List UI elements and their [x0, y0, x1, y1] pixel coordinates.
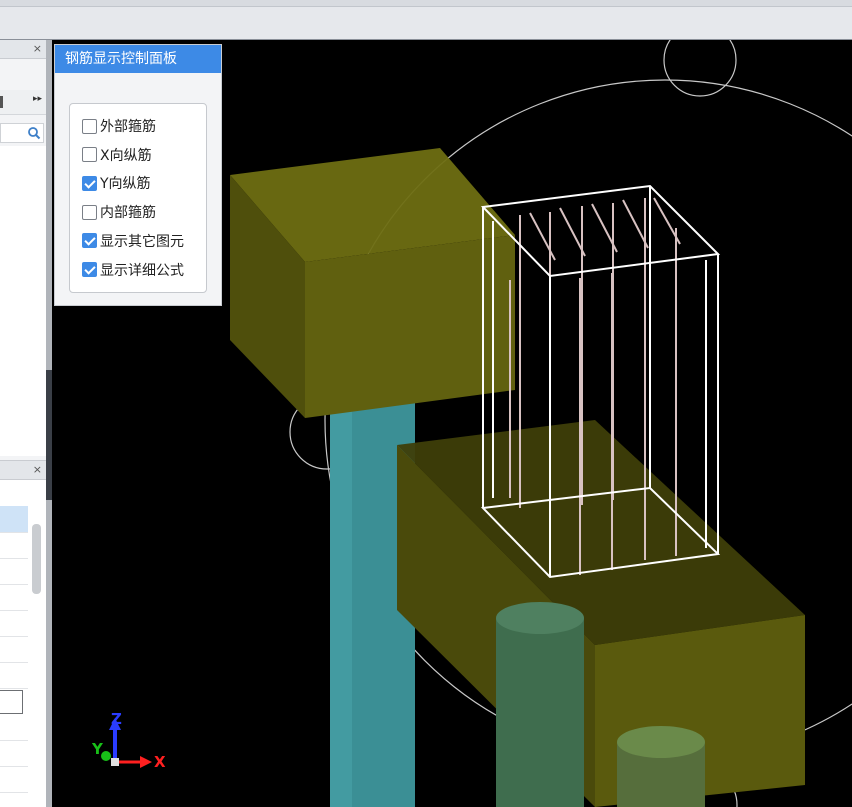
inner-stirrup-label: 内部箍筋 [100, 205, 156, 222]
column-mid [496, 618, 584, 807]
list-item[interactable] [0, 714, 28, 741]
scrollbar-thumb[interactable] [32, 524, 41, 594]
left-panel-header-2: × [0, 460, 48, 480]
left-panel-search-input[interactable] [0, 123, 44, 143]
list-item[interactable] [0, 532, 28, 559]
list-item[interactable] [0, 636, 28, 663]
left-side-panel: × ▸▸ × [0, 40, 48, 807]
panel-title: 钢筋显示控制面板 [55, 45, 221, 73]
axis-triad: Z X Y [91, 710, 166, 771]
tab-strip [0, 0, 852, 7]
list-item[interactable] [0, 766, 28, 793]
show-other-elements-checkbox[interactable] [82, 233, 97, 249]
show-other-elements-label: 显示其它图元 [100, 233, 184, 250]
x-longitudinal-label: X向纵筋 [100, 147, 152, 164]
axis-z-label: Z [111, 710, 122, 728]
option-show-detailed-formula[interactable]: 显示详细公式 [82, 260, 184, 280]
option-x-longitudinal[interactable]: X向纵筋 [82, 145, 152, 165]
y-longitudinal-checkbox[interactable] [82, 175, 97, 191]
show-detailed-formula-label: 显示详细公式 [100, 262, 184, 279]
x-longitudinal-checkbox[interactable] [82, 147, 97, 163]
value-field[interactable] [0, 690, 23, 714]
list-item[interactable] [0, 558, 28, 585]
close-icon[interactable]: × [33, 42, 42, 56]
option-y-longitudinal[interactable]: Y向纵筋 [82, 173, 151, 193]
y-longitudinal-label: Y向纵筋 [100, 176, 151, 193]
toolbar-grip-icon [0, 96, 3, 108]
outer-stirrup-label: 外部箍筋 [100, 119, 156, 135]
list-item[interactable] [0, 584, 28, 611]
list-item[interactable] [0, 740, 28, 767]
rebar-options-group: 外部箍筋 X向纵筋 Y向纵筋内部箍筋显示其它图元 显示详细公式 [69, 103, 207, 293]
show-detailed-formula-checkbox[interactable] [82, 262, 97, 277]
option-inner-stirrup[interactable]: 内部箍筋 [82, 202, 156, 222]
option-outer-stirrup[interactable]: 外部箍筋 [82, 116, 156, 136]
list-item[interactable] [0, 662, 28, 689]
left-panel-tree[interactable] [0, 146, 46, 456]
list-item[interactable] [0, 610, 28, 637]
left-panel-header: × [0, 40, 48, 59]
axis-x-label: X [154, 753, 166, 771]
search-icon[interactable] [27, 126, 41, 140]
more-arrows-icon[interactable]: ▸▸ [33, 94, 42, 104]
rebar-display-panel: 钢筋显示控制面板 外部箍筋 X向纵筋 Y向纵筋内部箍筋显示其它图元 显示详细公式 [54, 44, 222, 306]
orbit-handle-top [663, 40, 737, 97]
left-panel-toolbar: ▸▸ [0, 90, 48, 115]
outer-stirrup-checkbox[interactable] [82, 118, 97, 134]
inner-stirrup-checkbox[interactable] [82, 204, 97, 220]
option-show-other-elements[interactable]: 显示其它图元 [82, 231, 184, 251]
axis-y-label: Y [91, 740, 104, 758]
list-item[interactable] [0, 506, 28, 533]
top-toolbar [0, 0, 852, 40]
close-icon[interactable]: × [33, 463, 42, 477]
